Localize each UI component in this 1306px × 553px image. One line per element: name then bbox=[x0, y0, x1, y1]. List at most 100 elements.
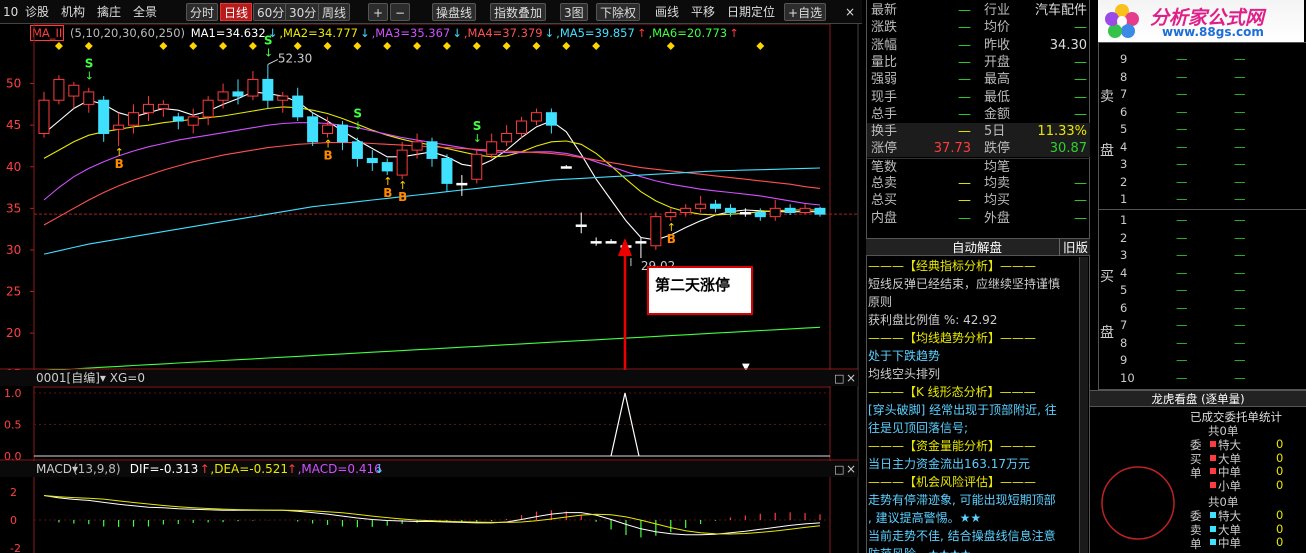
analysis-line: 往是见顶回落信号; bbox=[868, 421, 969, 435]
buy-section-border bbox=[1098, 210, 1306, 390]
signal-diamond bbox=[562, 42, 571, 50]
sell-level-volume: — bbox=[1234, 157, 1246, 171]
buy-orders-item-value: 0 bbox=[1276, 450, 1284, 465]
buy-level-number: 3 bbox=[1120, 248, 1128, 262]
candle-body bbox=[471, 153, 483, 180]
dragon-tiger-header: 龙虎看盘 (逐单量) bbox=[1090, 390, 1306, 407]
analysis-line: 走势有停滞迹象, 可能出现短期顶部 bbox=[868, 493, 1056, 507]
candle-body bbox=[560, 166, 572, 169]
tool-three-charts[interactable]: 3图 bbox=[560, 3, 588, 21]
candle-body bbox=[411, 141, 423, 151]
sell-orders-color-swatch bbox=[1210, 512, 1216, 518]
zoom-out-button[interactable]: − bbox=[390, 3, 410, 21]
macd-dif-arrow: ↑ bbox=[200, 462, 210, 476]
old-version-button[interactable]: 旧版 bbox=[1058, 239, 1088, 256]
quote-label: 内盘 bbox=[871, 210, 898, 226]
order-book-panel: 分析家公式网 www.88gs.com 卖盘买盘 9— —8— —7— —6— —5— —4… bbox=[1090, 0, 1306, 553]
candle-body bbox=[142, 103, 154, 114]
candle-body bbox=[336, 124, 348, 143]
signal-diamond bbox=[159, 42, 168, 50]
signal-diamond bbox=[54, 42, 63, 50]
analysis-line: ———【均线趋势分析】——— bbox=[868, 331, 1037, 345]
high-price-label: 52.30 bbox=[278, 51, 312, 65]
buy-level-number: 9 bbox=[1120, 353, 1128, 367]
quote-label: 涨跌 bbox=[871, 20, 898, 36]
close-icon[interactable]: × bbox=[842, 3, 858, 21]
quote-row: 总卖 — 均卖 — bbox=[867, 175, 1091, 192]
candle-body bbox=[381, 162, 393, 172]
candlestick-chart[interactable]: 504540353025201552.3029.02S↓↑BS↓↑BS↓↑B↑B… bbox=[0, 24, 862, 553]
sell-level-price: — bbox=[1176, 122, 1188, 136]
quote-label: 最新 bbox=[871, 3, 898, 18]
y-tick-label: 30 bbox=[6, 243, 21, 257]
candle-body bbox=[53, 78, 65, 101]
tab-weekly[interactable]: 周线 bbox=[318, 3, 351, 21]
quote-value: — bbox=[958, 72, 971, 88]
toolbar-item-diagnose[interactable]: 诊股 bbox=[22, 3, 52, 21]
quote-row: 涨幅 — 昨收 34.30 bbox=[867, 37, 1091, 54]
macd-dif: DIF=-0.313 bbox=[130, 462, 198, 476]
tool-watchlist[interactable]: +自选 bbox=[784, 3, 827, 21]
buy-level-price: — bbox=[1176, 213, 1188, 227]
candle-body bbox=[396, 149, 408, 176]
buy-level-number: 1 bbox=[1120, 213, 1128, 227]
tab-intraday[interactable]: 分时 bbox=[186, 3, 219, 21]
quote-value-2: — bbox=[1074, 176, 1087, 191]
quote-row: 现手 — 最低 — bbox=[867, 89, 1091, 106]
tab-30min[interactable]: 30分 bbox=[285, 3, 321, 21]
sell-signal-arrow: ↓ bbox=[264, 46, 273, 59]
candle-body bbox=[680, 207, 692, 213]
sub2-y-tick: 0 bbox=[10, 514, 17, 527]
quote-label: 换手 bbox=[871, 124, 898, 140]
analysis-line: 原则 bbox=[868, 295, 893, 309]
candle-body bbox=[217, 91, 229, 101]
sell-signal-arrow: ↓ bbox=[353, 120, 362, 133]
tool-date-locate[interactable]: 日期定位 bbox=[724, 3, 778, 21]
candle-body bbox=[486, 141, 498, 155]
zoom-in-button[interactable]: + bbox=[368, 3, 388, 21]
tool-index-overlay[interactable]: 指数叠加 bbox=[490, 3, 547, 21]
quote-value: — bbox=[958, 106, 971, 122]
sub1-y-tick: 1.0 bbox=[4, 387, 22, 400]
quote-value-2: 30.87 bbox=[1049, 141, 1087, 157]
tool-operation-line[interactable]: 操盘线 bbox=[432, 3, 477, 21]
tool-draw-line[interactable]: 画线 bbox=[652, 3, 682, 21]
sell-level-volume: — bbox=[1234, 122, 1246, 136]
candle-body bbox=[814, 207, 826, 215]
toolbar-item-panorama[interactable]: 全景 bbox=[130, 3, 160, 21]
tab-60min[interactable]: 60分 bbox=[253, 3, 289, 21]
quote-value: — bbox=[958, 193, 971, 209]
buy-orders-item-label: 小单 bbox=[1218, 478, 1241, 493]
quote-row: 内盘 — 外盘 — bbox=[867, 210, 1091, 227]
buy-level-number: 2 bbox=[1120, 230, 1128, 245]
tool-pan[interactable]: 平移 bbox=[688, 3, 718, 21]
candle-body bbox=[322, 124, 334, 134]
quote-label-2: 均笔 bbox=[984, 159, 1011, 175]
toolbar-item-banker[interactable]: 擒庄 bbox=[94, 3, 124, 21]
candle-body bbox=[351, 141, 363, 159]
sell-signal-arrow: ↓ bbox=[473, 132, 482, 145]
buy-level-price: — bbox=[1176, 265, 1188, 280]
analysis-scrollbar[interactable] bbox=[1079, 257, 1088, 553]
toolbar-item-institution[interactable]: 机构 bbox=[58, 3, 88, 21]
sell-level-number: 3 bbox=[1120, 157, 1128, 171]
candle-body bbox=[501, 132, 513, 143]
sell-section-border bbox=[1098, 42, 1306, 210]
quote-value-2: 汽车配件 bbox=[1034, 3, 1087, 18]
sell-orders-side-char: 单 bbox=[1190, 537, 1202, 551]
buy-level-volume: — bbox=[1234, 318, 1246, 332]
signal-diamond bbox=[413, 42, 422, 50]
quote-value-2: — bbox=[1074, 89, 1087, 105]
sell-signal-label: S bbox=[85, 57, 94, 71]
stock-code-tab[interactable]: 10 bbox=[0, 3, 21, 21]
tab-daily[interactable]: 日线 bbox=[220, 3, 253, 21]
sell-level-number: 8 bbox=[1120, 69, 1128, 84]
sell-orders-item-value: 0 bbox=[1276, 535, 1284, 549]
tool-ex-rights[interactable]: 下除权 bbox=[596, 3, 641, 21]
sell-level-volume: — bbox=[1234, 87, 1246, 101]
quote-value: — bbox=[958, 20, 971, 36]
sell-side-label: 卖 bbox=[1100, 89, 1114, 105]
quote-label-2: 跌停 bbox=[984, 141, 1011, 157]
auto-analysis-panel: 自动解盘 旧版 ———【经典指标分析】——— 短线反弹已经结束，应继续坚持谨慎 原则… bbox=[866, 238, 1090, 553]
quote-value-2: 34.30 bbox=[1049, 37, 1087, 53]
